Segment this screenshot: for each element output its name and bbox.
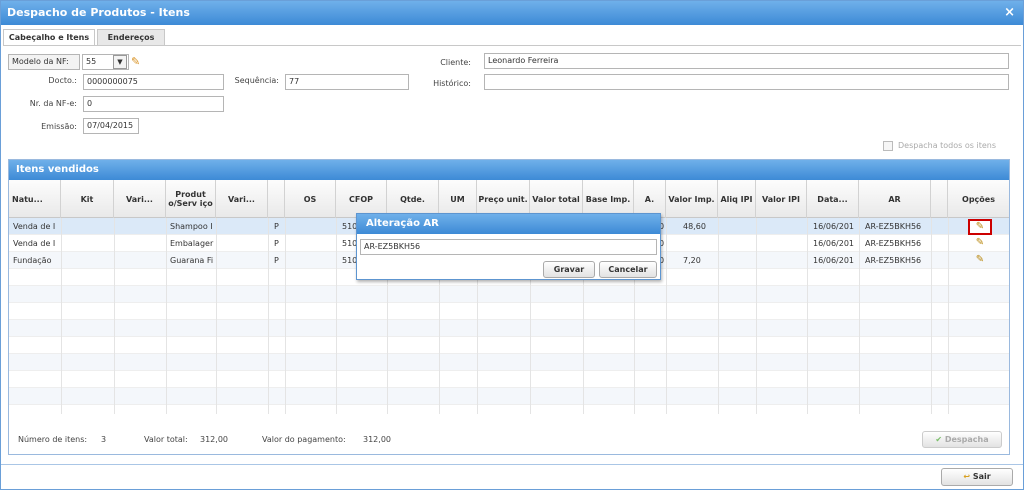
alteracao-ar-dialog: Alteração AR AR-EZ5BKH56 Gravar Cancelar bbox=[356, 213, 661, 280]
cell-p: P bbox=[274, 256, 279, 265]
despacha-label: Despacha bbox=[944, 435, 989, 444]
col-divider bbox=[859, 218, 860, 414]
col-data[interactable]: Data... bbox=[807, 180, 859, 218]
cell-data: 16/06/201 bbox=[813, 239, 855, 248]
grid-footer: Número de itens: 3 Valor total: 312,00 V… bbox=[9, 426, 1009, 454]
close-icon[interactable]: × bbox=[1004, 1, 1015, 25]
valor-pag-label: Valor do pagamento: bbox=[262, 435, 346, 444]
num-itens-label: Número de itens: bbox=[18, 435, 88, 444]
col-blank2[interactable] bbox=[931, 180, 948, 218]
cell-produto: Guarana Fi bbox=[170, 256, 214, 265]
cell-data: 16/06/201 bbox=[813, 222, 855, 231]
items-panel: Itens vendidos Natu... Kit Vari... Produ… bbox=[8, 159, 1010, 455]
cell-produto: Embalager bbox=[170, 239, 214, 248]
tab-cabecalho-itens[interactable]: Cabeçalho e Itens bbox=[3, 29, 95, 46]
bottom-divider bbox=[1, 464, 1023, 465]
valor-total-value: 312,00 bbox=[200, 435, 228, 444]
exit-icon: ↩ bbox=[963, 472, 973, 481]
sair-button[interactable]: ↩ Sair bbox=[941, 468, 1013, 486]
ar-input[interactable]: AR-EZ5BKH56 bbox=[360, 239, 657, 255]
edit-icon[interactable]: ✎ bbox=[974, 254, 986, 266]
col-os[interactable]: OS bbox=[285, 180, 336, 218]
col-vari1[interactable]: Vari... bbox=[114, 180, 166, 218]
col-divider bbox=[666, 218, 667, 414]
col-blank1[interactable] bbox=[268, 180, 285, 218]
col-divider bbox=[948, 218, 949, 414]
col-divider bbox=[216, 218, 217, 414]
cell-valor-imp: 7,20 bbox=[683, 256, 701, 265]
cliente-label: Cliente: bbox=[440, 58, 471, 67]
col-divider bbox=[285, 218, 286, 414]
cell-p: P bbox=[274, 239, 279, 248]
col-ar[interactable]: AR bbox=[859, 180, 931, 218]
cell-ar: AR-EZ5BKH56 bbox=[865, 222, 922, 231]
cell-ar: AR-EZ5BKH56 bbox=[865, 239, 922, 248]
col-divider bbox=[807, 218, 808, 414]
sequencia-field[interactable]: 77 bbox=[285, 74, 409, 90]
col-divider bbox=[166, 218, 167, 414]
nrnfe-field[interactable]: 0 bbox=[83, 96, 224, 112]
modelo-label: Modelo da NF: bbox=[8, 54, 80, 70]
docto-label: Docto.: bbox=[48, 76, 77, 85]
nrnfe-label: Nr. da NF-e: bbox=[29, 99, 77, 108]
despacha-todos-checkbox[interactable] bbox=[883, 141, 893, 151]
col-valor-ipi[interactable]: Valor IPI bbox=[756, 180, 807, 218]
col-divider bbox=[756, 218, 757, 414]
edit-icon[interactable]: ✎ bbox=[974, 221, 986, 233]
cell-data: 16/06/201 bbox=[813, 256, 855, 265]
tab-enderecos[interactable]: Endereços bbox=[97, 29, 165, 45]
emissao-field[interactable]: 07/04/2015 bbox=[83, 118, 139, 134]
valor-total-label: Valor total: bbox=[144, 435, 188, 444]
col-produto[interactable]: Produt o/Serv iço bbox=[166, 180, 216, 218]
col-divider bbox=[718, 218, 719, 414]
col-valor-imp[interactable]: Valor Imp. bbox=[666, 180, 718, 218]
col-aliq-ipi[interactable]: Aliq IPI bbox=[718, 180, 756, 218]
broom-icon[interactable]: ✎ bbox=[131, 54, 147, 70]
dispatch-window: Despacho de Produtos - Itens × Cabeçalho… bbox=[0, 0, 1024, 490]
col-natu[interactable]: Natu... bbox=[9, 180, 61, 218]
num-itens-value: 3 bbox=[101, 435, 107, 444]
cell-natu: Fundação bbox=[13, 256, 52, 265]
cliente-field[interactable]: Leonardo Ferreira bbox=[484, 53, 1009, 69]
col-vari2[interactable]: Vari... bbox=[216, 180, 268, 218]
chevron-down-icon[interactable]: ▼ bbox=[113, 55, 127, 69]
despacha-button[interactable]: ✔ Despacha bbox=[922, 431, 1002, 448]
cell-produto: Shampoo I bbox=[170, 222, 213, 231]
tab-divider bbox=[3, 45, 1021, 46]
col-divider bbox=[336, 218, 337, 414]
emissao-label: Emissão: bbox=[41, 122, 77, 131]
valor-pag-value: 312,00 bbox=[363, 435, 391, 444]
cell-ar: AR-EZ5BKH56 bbox=[865, 256, 922, 265]
despacha-todos-label: Despacha todos os itens bbox=[898, 141, 996, 150]
col-divider bbox=[114, 218, 115, 414]
check-icon: ✔ bbox=[935, 435, 945, 444]
sair-label: Sair bbox=[972, 472, 991, 481]
col-divider bbox=[61, 218, 62, 414]
col-divider bbox=[268, 218, 269, 414]
dialog-title: Alteração AR bbox=[357, 214, 660, 234]
sequencia-label: Sequência: bbox=[234, 76, 279, 85]
docto-field[interactable]: 0000000075 bbox=[83, 74, 224, 90]
cell-valor-imp: 48,60 bbox=[683, 222, 706, 231]
gravar-button[interactable]: Gravar bbox=[543, 261, 595, 278]
window-title: Despacho de Produtos - Itens bbox=[7, 6, 190, 19]
cancelar-button[interactable]: Cancelar bbox=[599, 261, 657, 278]
historico-field[interactable] bbox=[484, 74, 1009, 90]
cell-natu: Venda de I bbox=[13, 222, 56, 231]
col-opcoes[interactable]: Opções bbox=[948, 180, 1009, 218]
cell-natu: Venda de I bbox=[13, 239, 56, 248]
edit-icon[interactable]: ✎ bbox=[974, 237, 986, 249]
items-panel-title: Itens vendidos bbox=[9, 160, 1009, 180]
col-kit[interactable]: Kit bbox=[61, 180, 114, 218]
cell-p: P bbox=[274, 222, 279, 231]
col-divider bbox=[931, 218, 932, 414]
window-titlebar: Despacho de Produtos - Itens × bbox=[1, 1, 1023, 25]
historico-label: Histórico: bbox=[433, 79, 471, 88]
